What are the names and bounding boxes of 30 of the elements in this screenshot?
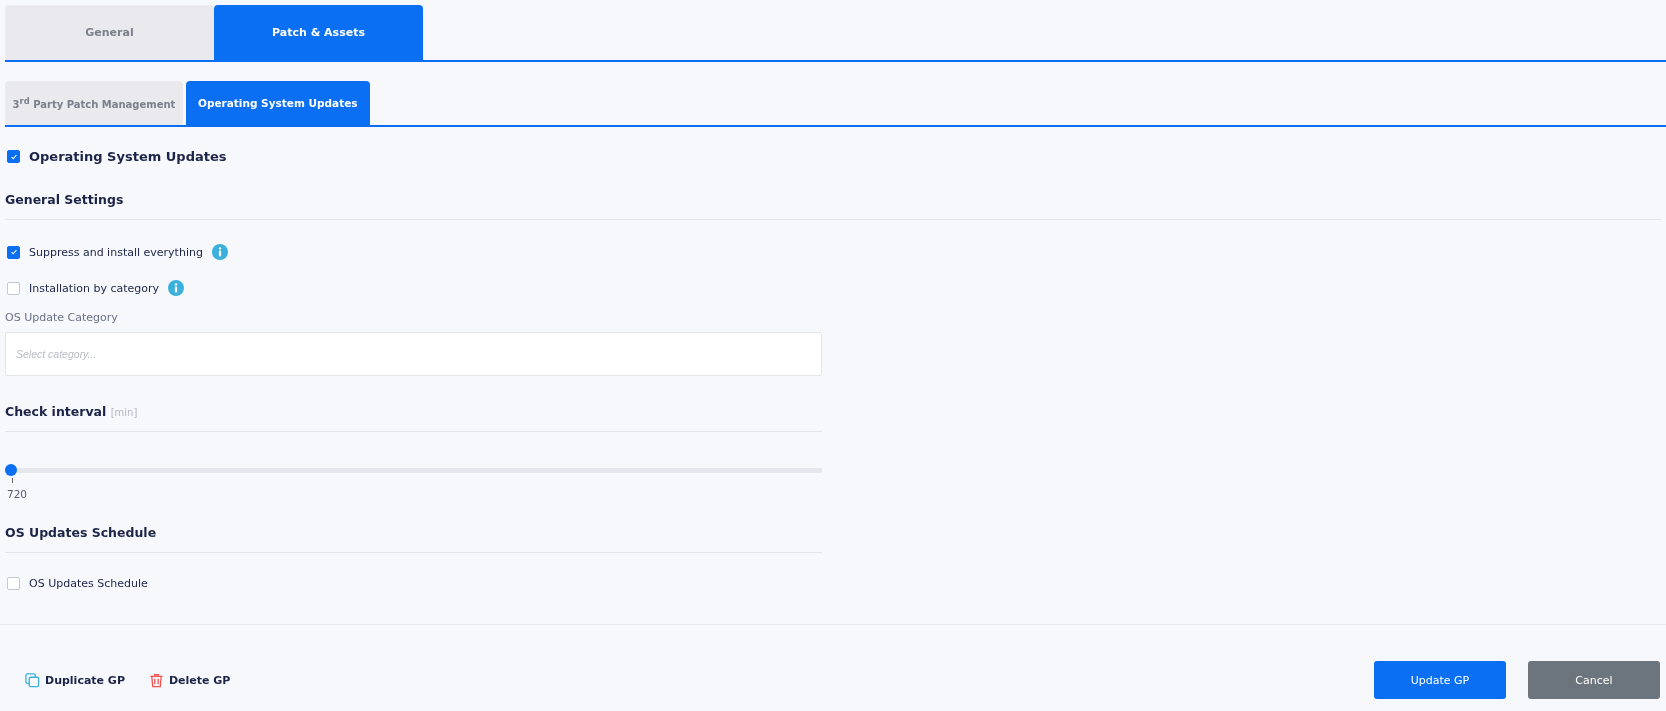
tab[interactable]: General: [5, 5, 214, 60]
checkbox[interactable]: [7, 281, 20, 295]
tab[interactable]: 3$^{rd}$ Party Patch Management: [5, 81, 183, 125]
link[interactable]: Delete GP: [148, 672, 231, 688]
check-icon: [9, 152, 18, 161]
category-select[interactable]: Select category...: [5, 332, 822, 376]
info-icon[interactable]: [211, 244, 228, 260]
checkbox[interactable]: [7, 150, 20, 163]
button[interactable]: Update GP: [1374, 661, 1506, 699]
check-icon: [9, 248, 18, 256]
section-heading: Check interval: [5, 404, 107, 419]
slider-value: 720: [7, 488, 29, 500]
info-icon[interactable]: [168, 280, 185, 296]
checkbox-label: Suppress and install everything: [29, 245, 203, 259]
tab[interactable]: Patch & Assets: [214, 5, 423, 60]
checkbox[interactable]: [7, 245, 20, 259]
trash-icon: [148, 672, 164, 688]
checkbox-label: OS Updates Schedule: [29, 577, 148, 590]
link[interactable]: Duplicate GP: [25, 672, 125, 688]
section-heading: OS Updates Schedule: [5, 525, 158, 540]
checkbox[interactable]: [7, 577, 20, 590]
tab[interactable]: Operating System Updates: [186, 81, 370, 125]
section-heading: General Settings: [5, 192, 125, 207]
checkbox-label: Installation by category: [29, 281, 160, 295]
copy-icon: [25, 672, 40, 688]
field-label: OS Update Category: [5, 311, 119, 324]
slider-thumb[interactable]: [5, 464, 17, 476]
button[interactable]: Cancel: [1528, 661, 1660, 699]
unit-label: [min]: [110, 407, 138, 418]
checkbox-label: Operating System Updates: [29, 149, 227, 164]
